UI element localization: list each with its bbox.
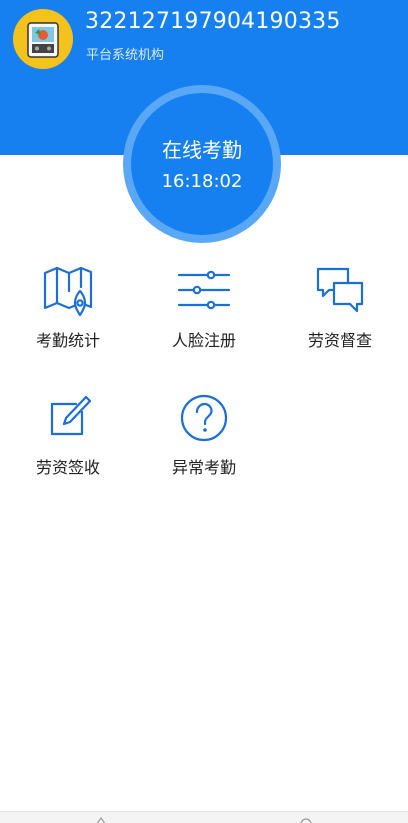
map-pin-icon xyxy=(43,266,93,317)
chat-bubbles-icon xyxy=(316,267,364,313)
menu-label: 劳资签收 xyxy=(35,458,100,477)
user-avatar[interactable] xyxy=(13,9,73,69)
menu-label: 考勤统计 xyxy=(35,331,100,350)
menu-label: 劳资督查 xyxy=(307,331,372,350)
bottom-tab-bar xyxy=(0,811,408,823)
menu-label: 异常考勤 xyxy=(171,458,236,477)
menu-item-attendance-stats[interactable]: 考勤统计 xyxy=(0,263,136,363)
clock-title: 在线考勤 xyxy=(162,138,242,162)
edit-icon xyxy=(50,395,92,436)
menu-item-face-registration[interactable]: 人脸注册 xyxy=(136,263,272,363)
org-name: 平台系统机构 xyxy=(86,48,165,63)
user-id: 322127197904190335 xyxy=(85,9,341,34)
app-screen: 322127197904190335 平台系统机构 在线考勤 16:18:02 … xyxy=(0,0,408,823)
home-tab-icon[interactable] xyxy=(95,816,107,823)
question-icon xyxy=(180,394,228,442)
menu-item-labor-supervision[interactable]: 劳资督查 xyxy=(272,263,408,363)
menu-item-labor-signoff[interactable]: 劳资签收 xyxy=(0,390,136,490)
clock-time: 16:18:02 xyxy=(161,171,243,192)
profile-tab-icon[interactable] xyxy=(300,816,312,823)
online-attendance-button[interactable]: 在线考勤 16:18:02 xyxy=(131,93,273,235)
sliders-icon xyxy=(177,270,231,310)
menu-item-abnormal-attendance[interactable]: 异常考勤 xyxy=(136,390,272,490)
avatar-image xyxy=(13,9,73,69)
menu-label: 人脸注册 xyxy=(171,331,236,350)
